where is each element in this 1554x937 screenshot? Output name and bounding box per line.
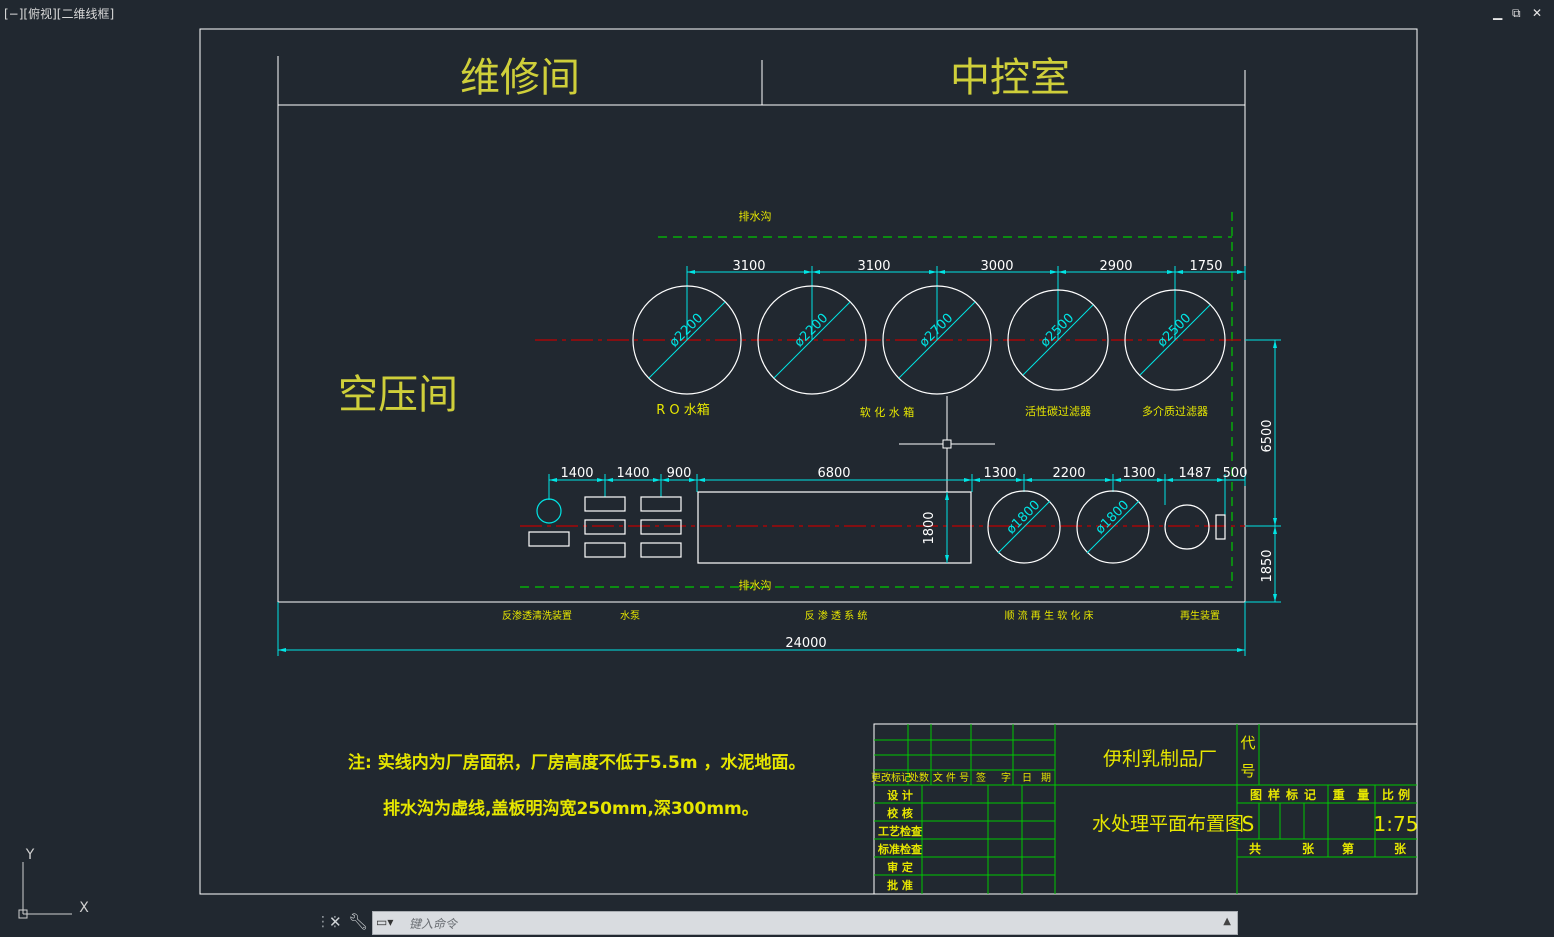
command-prompt-icon[interactable]: ▭▾ bbox=[376, 915, 393, 929]
bottom-dim-9: 500 bbox=[1223, 466, 1248, 481]
sign-row-standard: 标准检查 bbox=[877, 842, 922, 856]
company-name: 伊利乳制品厂 bbox=[1103, 748, 1217, 770]
top-dim-2: 3100 bbox=[857, 259, 890, 274]
equip-label-4: 顺 流 再 生 软 化 床 bbox=[1004, 609, 1093, 622]
ucs-icon bbox=[18, 862, 72, 919]
wrench-icon[interactable]: 🔧︎ bbox=[348, 912, 368, 931]
stage-header-2: 样 bbox=[1268, 787, 1280, 802]
room-label-repair: 维修间 bbox=[460, 55, 580, 101]
label-multimedia-filter: 多介质过滤器 bbox=[1142, 404, 1208, 418]
equip-label-2: 水泵 bbox=[620, 610, 640, 622]
dim-1800: 1800 bbox=[922, 511, 937, 544]
equip-label-3: 反 渗 透 系 统 bbox=[805, 609, 868, 622]
room-label-compressor: 空压间 bbox=[338, 372, 458, 418]
rev-header-2: 处数 bbox=[909, 771, 929, 784]
bottom-dim-7: 1300 bbox=[1122, 466, 1155, 481]
rev-header-7: 期 bbox=[1041, 772, 1051, 784]
top-dim-3: 3000 bbox=[980, 259, 1013, 274]
command-bar: ⋮⋮ ✕ 🔧︎ ▭▾ ▲ bbox=[314, 910, 1240, 936]
stage-header-4: 记 bbox=[1304, 788, 1316, 802]
scale-label: 比 例 bbox=[1382, 787, 1410, 802]
total-dimension bbox=[277, 602, 1246, 656]
right-dim-a: 6500 bbox=[1260, 419, 1275, 452]
bottom-dim-2: 1400 bbox=[616, 466, 649, 481]
tank-diameter-labels: ø2200 ø2200 ø2700 ø2500 ø2500 bbox=[667, 311, 1195, 351]
top-dim-5: 1750 bbox=[1189, 259, 1222, 274]
stage-value: S bbox=[1242, 812, 1255, 836]
total-dim-label: 24000 bbox=[785, 636, 826, 651]
sign-row-check: 校 核 bbox=[887, 806, 913, 820]
equip-label-5: 再生装置 bbox=[1180, 609, 1220, 622]
sheets-zhang-2: 张 bbox=[1394, 841, 1407, 856]
right-dim-b: 1850 bbox=[1260, 549, 1275, 582]
stage-header-3: 标 bbox=[1285, 787, 1298, 802]
chevron-up-icon[interactable]: ▲ bbox=[1223, 916, 1231, 927]
bottom-dim-1: 1400 bbox=[560, 466, 593, 481]
title-block: 更改标记 处数 文 件 号 签 字 日 期 设 计 校 核 工艺检查 标准检查 … bbox=[871, 723, 1419, 895]
bottom-dim-6: 2200 bbox=[1052, 466, 1085, 481]
bottom-dim-3: 900 bbox=[667, 466, 692, 481]
drain-label-bottom: 排水沟 bbox=[739, 578, 772, 592]
close-command-icon[interactable]: ✕ bbox=[329, 913, 342, 931]
rev-header-1: 更改标记 bbox=[871, 771, 911, 784]
center-lines bbox=[520, 339, 1248, 527]
drain-label-top: 排水沟 bbox=[739, 209, 772, 223]
sign-row-review: 审 定 bbox=[887, 860, 913, 874]
ucs-y-label: Y bbox=[25, 847, 35, 863]
equipment-labels: 反渗透清洗装置 水泵 反 渗 透 系 统 顺 流 再 生 软 化 床 再生装置 bbox=[502, 609, 1220, 622]
rev-header-6: 日 bbox=[1022, 773, 1032, 784]
bottom-dim-8: 1487 bbox=[1178, 466, 1211, 481]
drawing-title: 水处理平面布置图 bbox=[1092, 813, 1244, 835]
bottom-dim-4: 6800 bbox=[817, 466, 850, 481]
command-input-box[interactable]: ▭▾ ▲ bbox=[372, 911, 1238, 935]
label-soft-tank: 软 化 水 箱 bbox=[860, 405, 915, 419]
room-label-control: 中控室 bbox=[950, 55, 1070, 101]
ucs-x-label: X bbox=[79, 900, 89, 916]
stage-header-1: 图 bbox=[1250, 788, 1262, 802]
drawing-canvas[interactable]: 维修间 中控室 空压间 排水沟 排水沟 3100 3100 3000 2900 … bbox=[0, 0, 1554, 937]
label-ro-tank: R O 水箱 bbox=[656, 402, 710, 418]
command-input[interactable] bbox=[407, 914, 1211, 934]
label-carbon-filter: 活性碳过滤器 bbox=[1025, 404, 1091, 418]
small-tank-diam-1: ø1800 bbox=[1004, 498, 1044, 538]
top-dimension-chain bbox=[686, 266, 1246, 340]
sheets-zhang-1: 张 bbox=[1302, 841, 1315, 856]
sign-row-design: 设 计 bbox=[887, 788, 913, 802]
rev-header-5: 字 bbox=[1001, 771, 1011, 784]
small-tank-diam-2: ø1800 bbox=[1093, 498, 1133, 538]
top-dim-1: 3100 bbox=[732, 259, 765, 274]
sheets-total-label: 共 bbox=[1249, 841, 1261, 856]
rev-header-3: 文 件 号 bbox=[933, 771, 969, 784]
note-line-2: 排水沟为虚线,盖板明沟宽250mm,深300mm。 bbox=[383, 798, 759, 819]
code-label-2: 号 bbox=[1240, 762, 1255, 780]
sign-row-approve: 批 准 bbox=[887, 878, 913, 892]
bottom-dim-5: 1300 bbox=[983, 466, 1016, 481]
equip-label-1: 反渗透清洗装置 bbox=[502, 609, 572, 622]
sign-row-process: 工艺检查 bbox=[878, 824, 922, 838]
code-label-1: 代 bbox=[1240, 734, 1255, 752]
sheets-no-label: 第 bbox=[1342, 841, 1354, 856]
small-tank-diameter-labels: ø1800 ø1800 bbox=[1004, 498, 1133, 538]
top-dim-4: 2900 bbox=[1099, 259, 1132, 274]
note-line-1: 注: 实线内为厂房面积，厂房高度不低于5.5m ，水泥地面。 bbox=[348, 752, 805, 773]
bottom-dim-labels: 1400 1400 900 6800 1300 2200 1300 1487 5… bbox=[560, 466, 1247, 481]
weight-label: 重 量 bbox=[1333, 787, 1370, 802]
rev-header-4: 签 bbox=[976, 771, 986, 784]
scale-value: 1:75 bbox=[1374, 812, 1419, 836]
